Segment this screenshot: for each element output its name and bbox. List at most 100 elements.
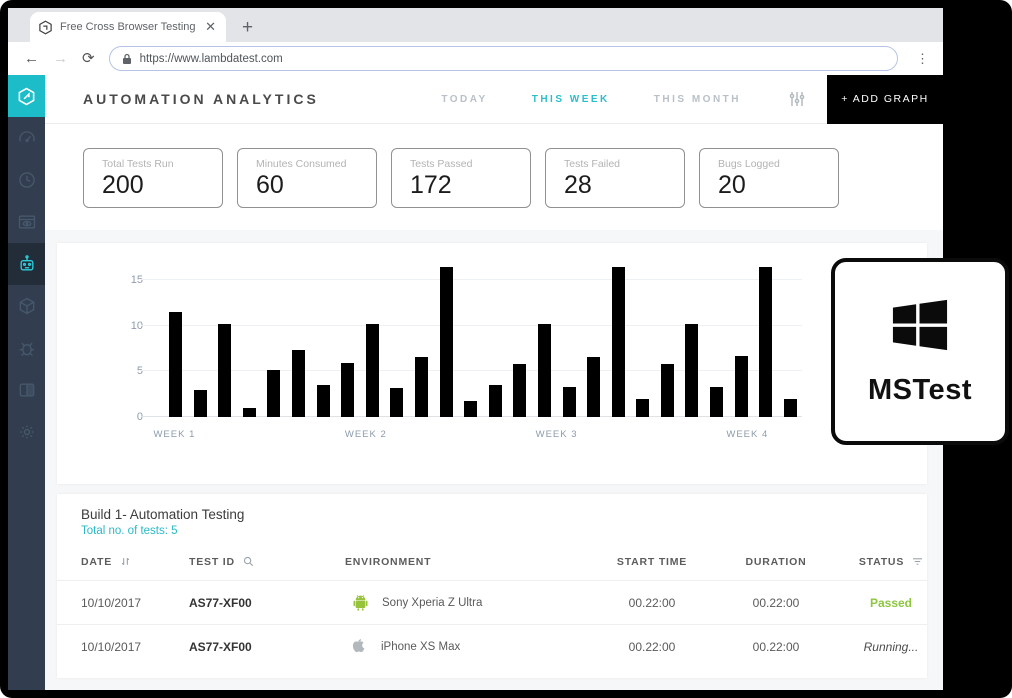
chart-bar <box>661 364 674 417</box>
cell-date: 10/10/2017 <box>81 596 189 610</box>
col-date[interactable]: DATE <box>81 556 189 568</box>
col-duration[interactable]: DURATION <box>717 556 835 568</box>
sidebar-item-lambdatest-logo[interactable] <box>8 75 45 117</box>
chart-bar <box>489 385 502 417</box>
sidebar-item-lt-browser-panels[interactable] <box>8 369 45 411</box>
stat-label: Tests Failed <box>564 158 684 170</box>
gear-icon <box>17 422 37 442</box>
stat-card-tests-failed: Tests Failed 28 <box>545 148 685 208</box>
chart-bar <box>194 390 207 417</box>
cell-date: 10/10/2017 <box>81 640 189 654</box>
tab-this-month[interactable]: THIS MONTH <box>654 94 741 105</box>
sidebar-item-bug-tracker[interactable] <box>8 327 45 369</box>
chart-plot <box>151 262 802 417</box>
chart-bar <box>538 324 551 417</box>
filter-icon[interactable] <box>912 557 923 566</box>
filter-sliders-icon[interactable] <box>789 91 805 107</box>
back-icon[interactable]: ← <box>24 51 39 66</box>
col-environment[interactable]: ENVIRONMENT <box>345 556 587 568</box>
page-title: AUTOMATION ANALYTICS <box>83 91 319 107</box>
lambdatest-favicon-icon <box>38 20 53 35</box>
stat-value: 172 <box>410 171 530 200</box>
package-cube-icon <box>17 296 37 316</box>
split-panels-icon <box>17 380 37 400</box>
chart-bar <box>563 387 576 417</box>
screenshot-canvas: Free Cross Browser Testing Clou ✕ + ← → … <box>0 0 1012 698</box>
cell-test-id: AS77-XF00 <box>189 596 345 610</box>
status-badge: Passed <box>835 596 947 610</box>
forward-icon[interactable]: → <box>53 51 68 66</box>
main-panel: AUTOMATION ANALYTICS TODAY THIS WEEK THI… <box>45 75 943 690</box>
stat-card-tests-passed: Tests Passed 172 <box>391 148 531 208</box>
cell-environment: Sony Xperia Z Ultra <box>345 594 587 611</box>
reload-icon[interactable]: ⟳ <box>82 51 95 66</box>
stat-label: Total Tests Run <box>102 158 222 170</box>
environment-name: Sony Xperia Z Ultra <box>382 597 482 609</box>
chart-bar <box>390 388 403 417</box>
cell-start-time: 00.22:00 <box>587 596 717 610</box>
browser-tab[interactable]: Free Cross Browser Testing Clou ✕ <box>30 12 226 42</box>
col-status[interactable]: STATUS <box>835 556 947 568</box>
new-tab-icon[interactable]: + <box>242 18 253 37</box>
build-title: Build 1- Automation Testing <box>57 507 927 522</box>
app-content: AUTOMATION ANALYTICS TODAY THIS WEEK THI… <box>8 75 943 690</box>
chart-bar <box>636 399 649 417</box>
chart-bar <box>366 324 379 417</box>
total-tests-link[interactable]: Total no. of tests: 5 <box>57 525 927 537</box>
stat-label: Minutes Consumed <box>256 158 376 170</box>
page-header: AUTOMATION ANALYTICS TODAY THIS WEEK THI… <box>45 75 943 124</box>
search-icon[interactable] <box>243 556 254 567</box>
y-tick-label: 10 <box>131 320 143 332</box>
add-graph-button[interactable]: + ADD GRAPH <box>827 75 943 124</box>
status-badge: Running... <box>835 640 947 654</box>
tab-close-icon[interactable]: ✕ <box>203 19 218 35</box>
stat-value: 200 <box>102 171 222 200</box>
tab-this-week[interactable]: THIS WEEK <box>532 94 610 105</box>
stat-cards: Total Tests Run 200 Minutes Consumed 60 … <box>45 124 943 230</box>
table-row[interactable]: 10/10/2017 AS77-XF00 iPhone XS Max 00.22… <box>57 624 927 668</box>
cell-test-id: AS77-XF00 <box>189 640 345 654</box>
tests-bar-chart: 051015 WEEK 1WEEK 2WEEK 3WEEK 4 <box>57 243 927 484</box>
stat-card-total-tests-run: Total Tests Run 200 <box>83 148 223 208</box>
lock-icon <box>122 53 132 65</box>
col-test-id[interactable]: TEST ID <box>189 556 345 568</box>
y-tick-label: 15 <box>131 274 143 286</box>
chart-bar <box>587 357 600 417</box>
chart-bar <box>710 387 723 417</box>
sidebar-item-automation-robot[interactable] <box>8 243 45 285</box>
sidebar-item-history-clock[interactable] <box>8 159 45 201</box>
mstest-framework-card[interactable]: MSTest <box>831 258 1009 445</box>
stat-card-bugs-logged: Bugs Logged 20 <box>699 148 839 208</box>
sidebar-item-dashboard-gauge[interactable] <box>8 117 45 159</box>
col-start-time[interactable]: START TIME <box>587 556 717 568</box>
android-icon <box>353 594 368 611</box>
cell-start-time: 00.22:00 <box>587 640 717 654</box>
stat-value: 60 <box>256 171 376 200</box>
browser-menu-icon[interactable]: ⋮ <box>912 51 933 67</box>
sidebar-item-visual-browser[interactable] <box>8 201 45 243</box>
chart-bar <box>735 356 748 417</box>
environment-name: iPhone XS Max <box>381 641 460 653</box>
browser-toolbar: ← → ⟳ https://www.lambdatest.com ⋮ <box>8 42 943 75</box>
sort-icon[interactable] <box>120 556 131 567</box>
y-tick-label: 0 <box>137 411 143 423</box>
framework-name: MSTest <box>868 374 972 407</box>
chart-bar <box>464 401 477 417</box>
bug-icon <box>17 338 37 358</box>
x-tick-label: WEEK 1 <box>153 429 195 440</box>
browser-window: Free Cross Browser Testing Clou ✕ + ← → … <box>8 8 943 690</box>
sidebar-item-package-cube[interactable] <box>8 285 45 327</box>
chart-x-axis: WEEK 1WEEK 2WEEK 3WEEK 4 <box>151 429 802 445</box>
table-row[interactable]: 10/10/2017 AS77-XF00 Sony Xperia Z Ultra… <box>57 580 927 624</box>
tab-title: Free Cross Browser Testing Clou <box>60 21 196 33</box>
apple-icon <box>353 638 367 655</box>
url-text: https://www.lambdatest.com <box>140 53 283 65</box>
sidebar <box>8 75 45 690</box>
chart-bar <box>440 267 453 417</box>
chart-bar <box>685 324 698 417</box>
address-bar[interactable]: https://www.lambdatest.com <box>109 46 898 71</box>
windows-logo-icon <box>889 296 951 354</box>
stat-card-minutes-consumed: Minutes Consumed 60 <box>237 148 377 208</box>
sidebar-item-settings-gear[interactable] <box>8 411 45 453</box>
tab-today[interactable]: TODAY <box>441 94 487 105</box>
